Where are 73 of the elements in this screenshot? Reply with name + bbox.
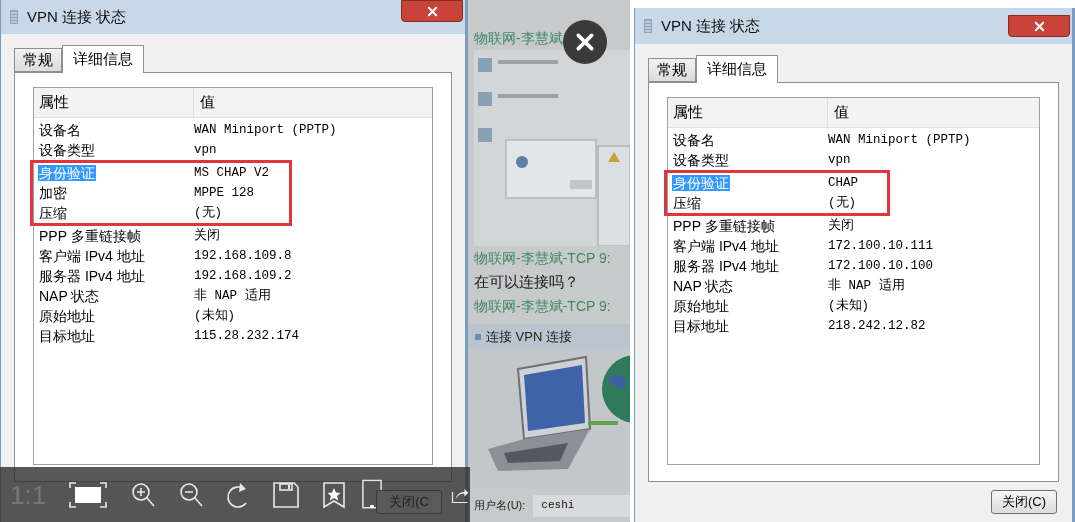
property-cell: 加密 [38,185,68,201]
value-cell-text: 192.168.109.8 [194,247,292,265]
close-dialog-button[interactable]: 关闭(C) [991,490,1057,514]
window-title: VPN 连接 状态 [27,6,127,27]
column-header[interactable]: 属性 [673,101,703,124]
chat-message: 在可以连接吗？ [473,272,580,292]
close-icon [426,5,438,17]
close-icon [1033,20,1045,32]
property-cell: 设备名 [672,132,716,148]
property-cell: 服务器 IPv4 地址 [672,258,780,274]
value-cell-text: (未知) [828,297,869,315]
close-icon [575,32,595,52]
property-cell: PPP 多重链接帧 [672,218,776,234]
value-cell-text: vpn [194,141,217,159]
chat-sender: 物联网-李慧斌-TCP 9: [474,297,611,316]
value-cell-text: WAN Miniport (PPTP) [828,131,971,149]
property-cell: 目标地址 [672,318,730,334]
save-icon[interactable] [272,480,301,509]
value-cell-text: MS CHAP V2 [194,164,269,182]
property-cell: 客户端 IPv4 地址 [672,238,780,254]
tab[interactable]: 常规 [648,58,696,82]
value-cell-text: 172.100.10.100 [828,257,934,275]
window-icon [643,18,653,34]
dialog-title: 连接 VPN 连接 [486,327,572,346]
property-cell: 压缩 [38,205,68,221]
zoom-in-icon[interactable] [130,480,157,509]
value-cell-text: (无) [828,194,856,212]
bookmark-icon[interactable] [322,480,347,509]
property-cell: 身份验证 [38,165,96,181]
value-cell-text: 172.100.10.111 [828,237,934,255]
property-cell: PPP 多重链接帧 [38,228,142,244]
value-cell-text: 192.168.109.2 [194,267,292,285]
property-cell: 设备类型 [672,152,730,168]
window-icon [9,9,19,25]
value-cell-text: MPPE 128 [194,184,254,202]
window-title: VPN 连接 状态 [661,15,761,36]
tab[interactable]: 详细信息 [62,45,144,73]
column-header[interactable]: 属性 [39,91,69,114]
value-cell-text: 关闭 [828,217,854,235]
close-button[interactable] [1008,15,1070,37]
value-cell-text: (无) [194,204,222,222]
property-cell: 客户端 IPv4 地址 [38,248,146,264]
network-icon [474,331,482,342]
column-header[interactable]: 值 [200,91,215,114]
property-cell: NAP 状态 [672,278,735,294]
fit-screen-icon[interactable] [68,480,109,509]
property-cell: 身份验证 [672,175,730,191]
tab[interactable]: 详细信息 [696,55,778,83]
property-cell: 原始地址 [672,298,730,314]
property-cell: 目标地址 [38,328,96,344]
username-field[interactable]: ceshi [533,494,630,517]
property-cell: NAP 状态 [38,288,101,304]
value-cell-text: (未知) [194,307,235,325]
value-cell-text: 115.28.232.174 [194,327,300,345]
chat-sender: 物联网-李慧斌-TCP 9: [474,249,611,268]
property-cell: 压缩 [672,195,702,211]
value-cell-text: 非 NAP 适用 [828,277,905,295]
property-cell: 设备类型 [38,142,96,158]
column-header[interactable]: 值 [834,101,849,124]
value-cell-text: vpn [828,151,851,169]
property-cell: 设备名 [38,122,82,138]
value-cell-text: 非 NAP 适用 [194,287,271,305]
close-button[interactable] [401,0,463,22]
value-cell-text: CHAP [828,174,858,192]
value-cell-text: 218.242.12.82 [828,317,926,335]
value-cell-text: 关闭 [194,227,220,245]
property-cell: 服务器 IPv4 地址 [38,268,146,284]
field-label: 用户名(U): [474,498,526,514]
property-cell: 原始地址 [38,308,96,324]
tab[interactable]: 常规 [14,48,62,72]
chat-sender: 物联网-李慧斌 [474,29,563,48]
value-cell-text: WAN Miniport (PPTP) [194,121,337,139]
zoom-out-icon[interactable] [178,480,205,509]
